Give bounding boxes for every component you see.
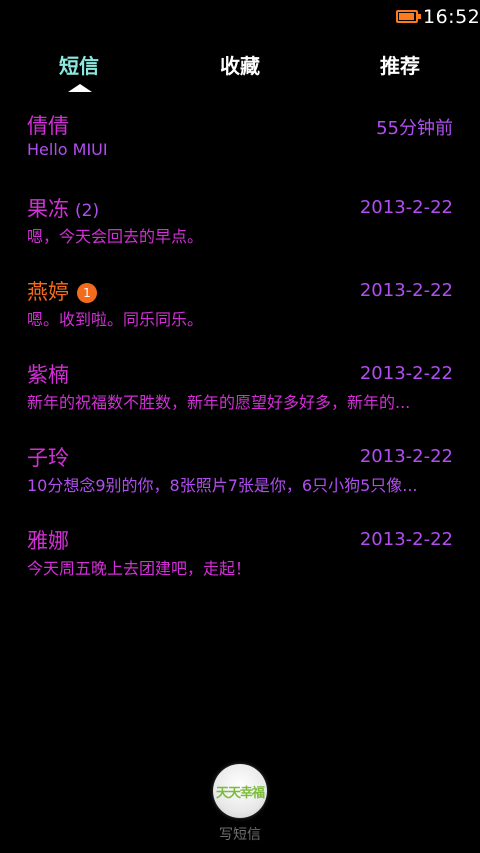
- message-time: 2013-2-22: [359, 197, 453, 218]
- message-preview: 嗯。收到啦。同乐同乐。: [27, 310, 204, 329]
- compose-button[interactable]: 天天幸福: [213, 764, 267, 818]
- tab-recommended[interactable]: 推荐: [380, 50, 420, 79]
- contact-name: 紫楠: [27, 363, 69, 387]
- message-time: 2013-2-22: [359, 280, 453, 301]
- contact-name: 倩倩: [27, 114, 69, 138]
- message-time: 2013-2-22: [359, 529, 453, 550]
- conversation-item[interactable]: 雅娜 2013-2-22 今天周五晚上去团建吧，走起！: [0, 515, 480, 597]
- message-time: 2013-2-22: [359, 363, 453, 384]
- thread-count: (2): [75, 201, 100, 221]
- tab-sms[interactable]: 短信: [59, 50, 99, 79]
- status-clock: 16:52: [423, 6, 480, 28]
- contact-name: 雅娜: [27, 529, 69, 553]
- tab-favorites[interactable]: 收藏: [220, 50, 260, 79]
- message-time: 2013-2-22: [359, 446, 453, 467]
- conversation-item[interactable]: 果冻 (2) 2013-2-22 嗯，今天会回去的早点。: [0, 183, 480, 265]
- contact-name: 果冻 (2): [27, 197, 100, 221]
- message-preview: 10分想念9别的你，8张照片7张是你，6只小狗5只像...: [27, 476, 418, 495]
- message-preview: 嗯，今天会回去的早点。: [27, 227, 204, 246]
- conversation-item[interactable]: 紫楠 2013-2-22 新年的祝福数不胜数，新年的愿望好多好多，新年的...: [0, 349, 480, 431]
- compose-icon: 天天幸福: [215, 786, 265, 801]
- message-preview: 今天周五晚上去团建吧，走起！: [27, 559, 252, 578]
- battery-icon: [396, 10, 421, 23]
- conversation-item[interactable]: 倩倩 55分钟前 Hello MIUI: [0, 100, 480, 182]
- contact-name: 燕婷 1: [27, 276, 97, 306]
- status-bar: 16:52: [0, 0, 480, 36]
- tab-bar: 短信 收藏 推荐: [0, 44, 480, 94]
- conversation-item[interactable]: 子玲 2013-2-22 10分想念9别的你，8张照片7张是你，6只小狗5只像.…: [0, 432, 480, 514]
- compose-label: 写短信: [219, 827, 261, 843]
- unread-badge: 1: [77, 283, 97, 303]
- message-time: 55分钟前: [376, 118, 453, 139]
- contact-name: 子玲: [27, 446, 69, 470]
- message-preview: Hello MIUI: [27, 140, 108, 159]
- message-preview: 新年的祝福数不胜数，新年的愿望好多好多，新年的...: [27, 393, 411, 412]
- conversation-item[interactable]: 燕婷 1 2013-2-22 嗯。收到啦。同乐同乐。: [0, 266, 480, 348]
- active-tab-indicator: [68, 84, 92, 92]
